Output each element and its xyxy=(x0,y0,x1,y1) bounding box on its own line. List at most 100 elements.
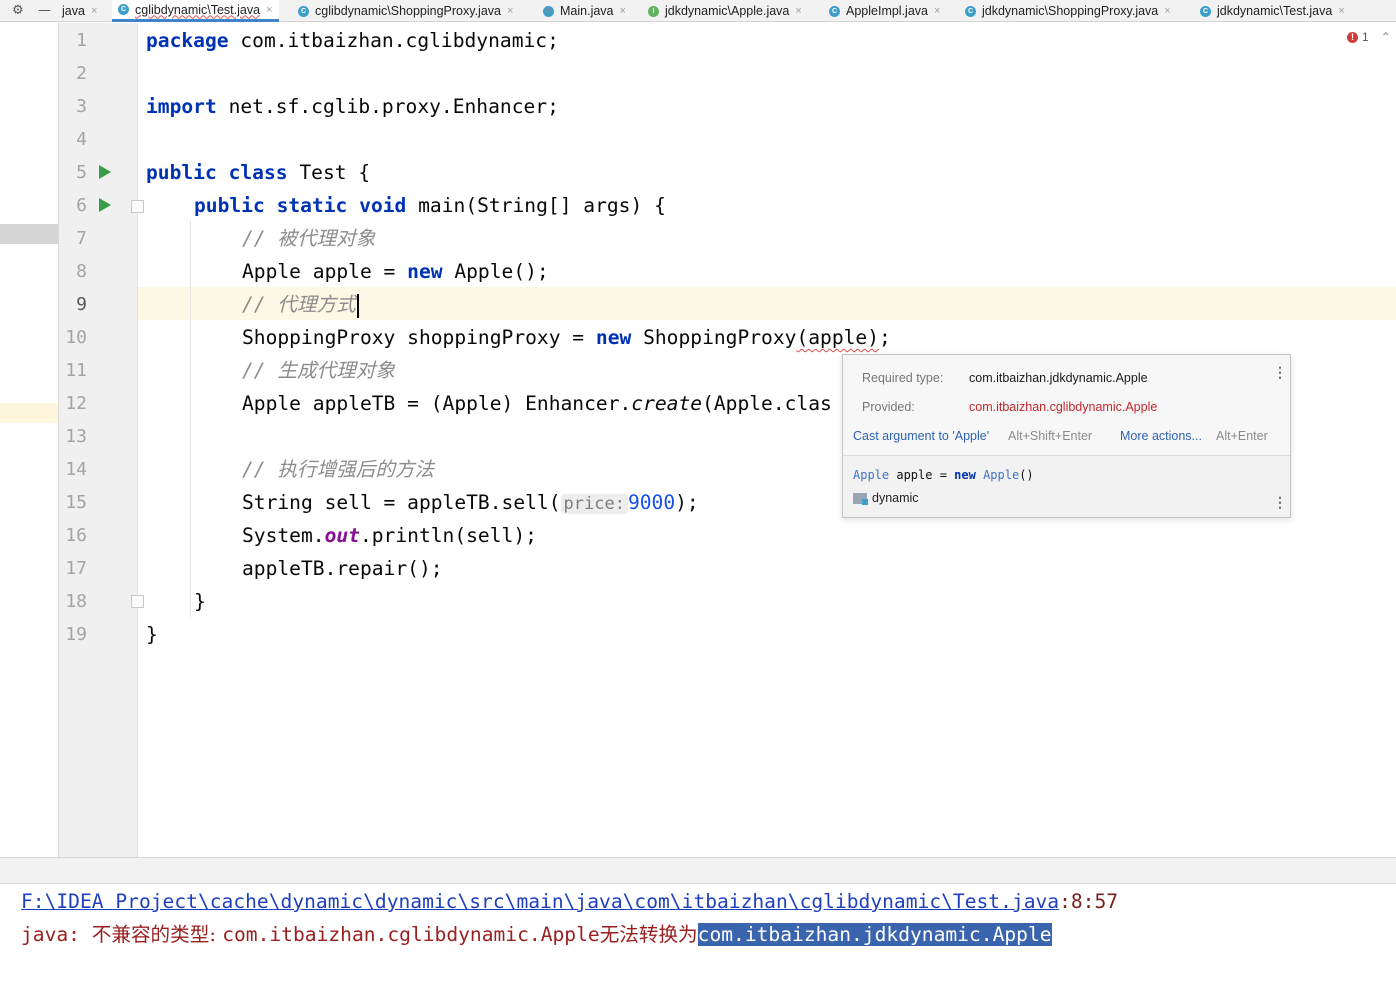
code-line-10[interactable]: ShoppingProxy shoppingProxy = new Shoppi… xyxy=(242,321,891,354)
close-icon[interactable]: × xyxy=(507,5,513,17)
code-text: } xyxy=(146,623,158,646)
method-call: create xyxy=(631,392,703,415)
comment: // 执行增强后的方法 xyxy=(242,458,435,481)
static-field: out xyxy=(324,524,360,547)
code-line-19[interactable]: } xyxy=(146,618,158,651)
code-text: ShoppingProxy xyxy=(631,326,797,349)
tab-jdkdynamic-shoppingproxy[interactable]: C jdkdynamic\ShoppingProxy.java × xyxy=(965,0,1171,22)
code-text: (Apple.clas xyxy=(702,392,832,415)
keyword: new xyxy=(595,326,632,349)
line-number: 15 xyxy=(65,492,87,513)
run-main-icon[interactable] xyxy=(99,198,111,212)
tab-cglibdynamic-shoppingproxy[interactable]: C cglibdynamic\ShoppingProxy.java × xyxy=(298,0,513,22)
more-options-icon[interactable]: ⋮ xyxy=(1273,494,1287,511)
keyword: import xyxy=(146,95,217,118)
tab-label: cglibdynamic\Test.java xyxy=(135,2,261,17)
close-icon[interactable]: × xyxy=(266,4,272,16)
code-line-8[interactable]: Apple apple = new Apple(); xyxy=(242,255,549,288)
line-number: 13 xyxy=(65,426,87,447)
more-actions-shortcut: Alt+Enter xyxy=(1216,429,1268,443)
type-name: Apple xyxy=(983,468,1020,482)
code-line-6[interactable]: public static void main(String[] args) { xyxy=(194,189,666,222)
code-line-15[interactable]: String sell = appleTB.sell(price: 9000); xyxy=(242,486,699,519)
cast-argument-shortcut: Alt+Shift+Enter xyxy=(1008,429,1093,443)
type-name: Apple xyxy=(853,468,890,482)
error-icon: ! xyxy=(1347,31,1358,43)
tab-label: Main.java xyxy=(560,4,614,18)
tab-jdkdynamic-apple[interactable]: I jdkdynamic\Apple.java × xyxy=(648,0,802,22)
error-message-line: java: 不兼容的类型: com.itbaizhan.cglibdynamic… xyxy=(21,920,1052,950)
code-text: Apple apple = xyxy=(242,260,408,283)
keyword: package xyxy=(146,29,229,52)
module-row[interactable]: dynamic xyxy=(853,491,919,506)
tab-main[interactable]: C Main.java × xyxy=(543,0,626,22)
error-counter[interactable]: ! 1 ⌃ xyxy=(1347,30,1391,44)
code-line-1[interactable]: package com.itbaizhan.cglibdynamic; xyxy=(146,24,559,57)
line-number: 17 xyxy=(65,558,87,579)
class-icon: C xyxy=(298,5,309,17)
run-class-icon[interactable] xyxy=(99,165,111,179)
code-text: net.sf.cglib.proxy.Enhancer; xyxy=(216,95,559,118)
code-text: ; xyxy=(879,326,891,349)
class-icon: C xyxy=(1200,5,1211,17)
code-line-7[interactable]: // 被代理对象 xyxy=(242,222,375,255)
minus-icon[interactable]: — xyxy=(38,3,51,18)
close-icon[interactable]: × xyxy=(1164,5,1170,17)
selected-text[interactable]: com.itbaizhan.jdkdynamic.Apple xyxy=(697,923,1052,946)
tool-window-header xyxy=(0,857,1396,884)
line-number: 18 xyxy=(65,591,87,612)
close-icon[interactable]: × xyxy=(1338,5,1344,17)
code-text: System. xyxy=(242,524,325,547)
code-line-16[interactable]: System.out.println(sell); xyxy=(242,519,537,552)
code-line-17[interactable]: appleTB.repair(); xyxy=(242,552,443,585)
close-icon[interactable]: × xyxy=(620,5,626,17)
tab-jdkdynamic-test[interactable]: C jdkdynamic\Test.java × xyxy=(1200,0,1345,22)
close-icon[interactable]: × xyxy=(91,5,97,17)
code-line-3[interactable]: import net.sf.cglib.proxy.Enhancer; xyxy=(146,90,559,123)
class-icon: C xyxy=(118,4,129,15)
cast-argument-action[interactable]: Cast argument to 'Apple' xyxy=(853,429,989,443)
error-position: :8:57 xyxy=(1059,890,1119,913)
error-highlight[interactable]: (apple) xyxy=(796,326,879,349)
code-text: Test { xyxy=(287,161,371,184)
code-line-12[interactable]: Apple appleTB = (Apple) Enhancer.create(… xyxy=(242,387,832,420)
strip-marker xyxy=(0,403,58,423)
code-line-18[interactable]: } xyxy=(194,585,206,618)
tab-java[interactable]: java × xyxy=(62,0,97,22)
code-text: } xyxy=(194,590,206,613)
line-number: 6 xyxy=(76,195,87,216)
line-number: 10 xyxy=(65,327,87,348)
line-number: 2 xyxy=(76,63,87,84)
code-line-11[interactable]: // 生成代理对象 xyxy=(242,354,395,387)
line-number: 3 xyxy=(76,96,87,117)
code-line-5[interactable]: public class Test { xyxy=(146,156,370,189)
code-text: Apple(); xyxy=(442,260,549,283)
keyword: static xyxy=(276,194,348,217)
class-icon: C xyxy=(829,5,840,17)
tab-cglibdynamic-test[interactable]: C cglibdynamic\Test.java × xyxy=(112,0,279,22)
keyword: public xyxy=(194,194,265,217)
text-caret xyxy=(356,293,359,318)
tab-label: AppleImpl.java xyxy=(846,4,928,18)
code-line-14[interactable]: // 执行增强后的方法 xyxy=(242,453,434,486)
tab-label: cglibdynamic\ShoppingProxy.java xyxy=(315,4,501,18)
chevron-up-icon[interactable]: ⌃ xyxy=(1381,30,1391,44)
line-number: 16 xyxy=(65,525,87,546)
more-options-icon[interactable]: ⋮ xyxy=(1273,364,1287,381)
structure-strip xyxy=(0,23,58,857)
error-tooltip-popup: Required type: com.itbaizhan.jdkdynamic.… xyxy=(842,354,1291,518)
error-text: 无法转换为 xyxy=(599,923,698,946)
error-file-link[interactable]: F:\IDEA Project\cache\dynamic\dynamic\sr… xyxy=(21,890,1059,913)
close-icon[interactable]: × xyxy=(934,5,940,17)
tab-appleimpl[interactable]: C AppleImpl.java × xyxy=(829,0,940,22)
more-actions-link[interactable]: More actions... xyxy=(1120,429,1202,443)
close-icon[interactable]: × xyxy=(795,5,801,17)
code-text: () xyxy=(1019,468,1034,482)
code-text: .println(sell); xyxy=(359,524,537,547)
editor-tab-bar: ⚙ — java × C cglibdynamic\Test.java × C … xyxy=(0,0,1396,22)
gear-icon[interactable]: ⚙ xyxy=(12,3,24,18)
code-line-9[interactable]: // 代理方式 xyxy=(242,288,359,321)
required-type-value: com.itbaizhan.jdkdynamic.Apple xyxy=(969,371,1148,385)
line-number-current: 9 xyxy=(76,294,87,315)
code-text: main(String[] args) { xyxy=(406,194,666,217)
